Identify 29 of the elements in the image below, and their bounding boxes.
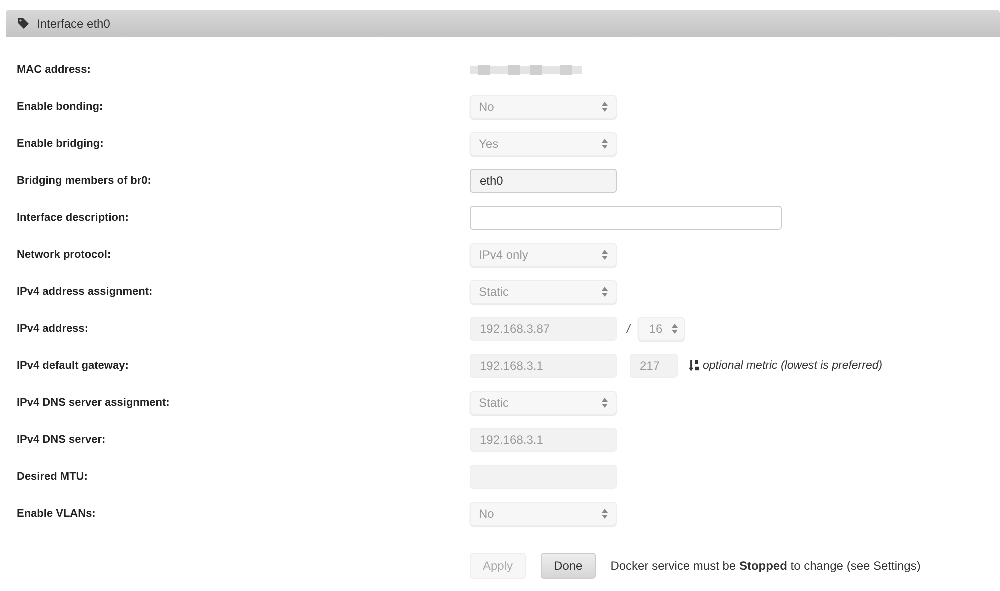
field-label: Enable bridging: xyxy=(16,138,105,150)
separator-text: / xyxy=(627,322,630,336)
field-label: IPv4 default gateway: xyxy=(16,360,130,372)
field-label: IPv4 address: xyxy=(16,322,90,334)
field-label: Enable bonding: xyxy=(16,100,104,112)
field-label: Desired MTU: xyxy=(16,470,89,482)
input-field[interactable]: eth0 xyxy=(470,168,617,192)
field-label: Bridging members of br0: xyxy=(16,174,152,186)
field-label: Enable VLANs: xyxy=(16,508,97,520)
field-label: MAC address: xyxy=(16,64,92,76)
input-field[interactable] xyxy=(470,206,782,230)
tag-icon xyxy=(18,18,29,29)
field-label: Interface description: xyxy=(16,212,130,224)
status-note: Docker service must be Stopped to change (see Settings) xyxy=(610,558,921,572)
caret-icon xyxy=(672,324,678,334)
caret-icon xyxy=(602,102,608,112)
field-label: Network protocol: xyxy=(16,248,112,260)
action-button[interactable]: Done xyxy=(541,552,596,578)
hint-text: optional metric (lowest is preferred) xyxy=(703,360,883,372)
sort-icon xyxy=(689,360,700,372)
caret-icon xyxy=(602,398,608,408)
caret-icon xyxy=(602,286,608,296)
field-label: IPv4 DNS server assignment: xyxy=(16,396,171,408)
caret-icon xyxy=(602,250,608,260)
field-label: IPv4 address assignment: xyxy=(16,286,154,298)
field-label: IPv4 DNS server: xyxy=(16,434,107,446)
panel-title: Interface eth0 xyxy=(37,16,110,30)
caret-icon xyxy=(602,508,608,518)
caret-icon xyxy=(602,138,608,148)
